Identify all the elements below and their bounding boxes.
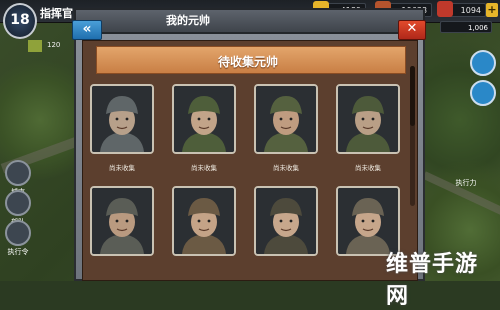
supply-resource[interactable]: 1094 + (437, 1, 498, 17)
chat-icon (470, 50, 496, 76)
soldier-goggles-portrait-icon (92, 188, 152, 254)
soldier-helmet-shout-portrait-icon (256, 86, 316, 152)
watermark: 维普手游网 (386, 252, 479, 309)
back-button[interactable]: « (72, 20, 102, 40)
supply-crate-icon (437, 1, 453, 17)
marshal-card[interactable] (254, 186, 318, 256)
commander-label: 指挥官 (40, 7, 73, 20)
soldier-helmet-calm-portrait-icon (338, 86, 398, 152)
marshal-card[interactable] (336, 84, 400, 154)
scrollbar-thumb[interactable] (410, 66, 415, 126)
right-menu-alliance[interactable] (468, 80, 498, 107)
right-menu-execution[interactable]: 执行力 (436, 178, 496, 188)
rank-icon (28, 40, 42, 52)
soldier-helmet-smile-portrait-icon (92, 86, 152, 152)
right-menu-chat[interactable] (468, 50, 498, 77)
marshal-card[interactable] (172, 84, 236, 154)
marshal-card[interactable] (172, 186, 236, 256)
handshake-icon (470, 80, 496, 106)
officer-side-cap-portrait-icon (338, 188, 398, 254)
gem-counter[interactable]: 1,006 (440, 21, 492, 33)
troops-icon (5, 190, 31, 216)
officer-cap-portrait-icon (256, 188, 316, 254)
marshal-card[interactable] (254, 84, 318, 154)
city-icon (5, 160, 31, 186)
player-level-badge[interactable]: 18 (3, 3, 37, 39)
supply-value: 1094 (460, 6, 481, 15)
orders-icon (5, 220, 31, 246)
gem-value: 1,006 (467, 24, 488, 32)
left-menu-orders[interactable]: 执行令 (3, 220, 33, 257)
dialog-title: 我的元帅 (166, 14, 210, 27)
right-menu-label: 执行力 (455, 179, 477, 187)
marshal-card[interactable] (90, 84, 154, 154)
marshal-card-caption: 尚未收集 (355, 164, 381, 172)
marshal-card-caption: 尚未收集 (273, 164, 299, 172)
pilot-cap-portrait-icon (174, 188, 234, 254)
marshal-card-caption: 尚未收集 (191, 164, 217, 172)
section-banner-title: 待收集元帅 (218, 55, 279, 69)
rank-value: 120 (47, 41, 61, 49)
marshal-card[interactable] (90, 186, 154, 256)
soldier-helmet-grin-portrait-icon (174, 86, 234, 152)
dialog-title-bar (74, 8, 425, 34)
marshal-card-caption: 尚未收集 (109, 164, 135, 172)
add-resource-button[interactable]: + (486, 3, 498, 17)
left-menu-label: 执行令 (7, 248, 29, 256)
close-button[interactable]: ✕ (398, 20, 426, 40)
